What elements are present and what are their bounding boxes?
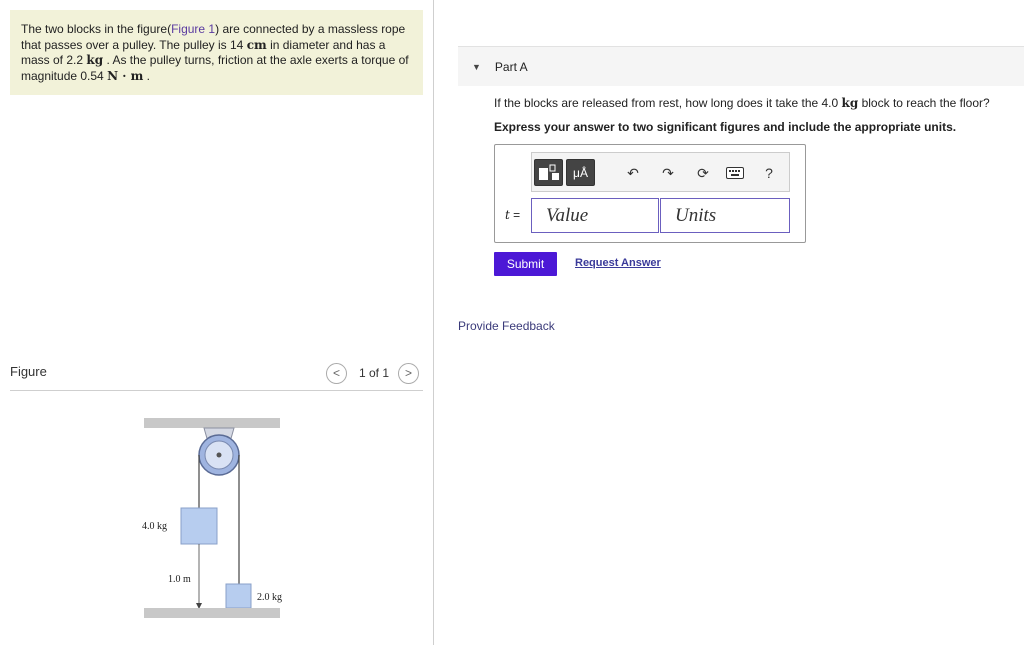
label-distance: 1.0 m [168, 574, 191, 585]
block-upper [180, 507, 218, 545]
part-a-title: Part A [494, 59, 528, 74]
problem-statement: The two blocks in the figure(Figure 1) a… [10, 10, 423, 95]
submit-button[interactable]: Submit [494, 252, 557, 276]
reset-icon[interactable]: ⟳ [693, 163, 713, 183]
figure-link[interactable]: Figure 1 [171, 22, 215, 36]
templates-icon[interactable] [534, 159, 563, 186]
floor [144, 608, 280, 618]
answer-instruction: Express your answer to two significant f… [494, 120, 957, 134]
variable-label: t = [505, 208, 521, 222]
pager-count: 1 of 1 [359, 366, 390, 380]
chevron-right-icon[interactable]: > [398, 362, 420, 384]
figure-pager: < 1 of 1 > [326, 362, 420, 384]
pulley-diagram: 4.0 kg 1.0 m 2.0 kg [142, 418, 282, 618]
undo-icon[interactable]: ↶ [623, 163, 643, 183]
block-lower [225, 583, 252, 609]
ceiling [144, 418, 280, 428]
keyboard-icon[interactable] [725, 163, 745, 183]
left-panel: The two blocks in the figure(Figure 1) a… [0, 0, 434, 645]
chevron-left-icon[interactable]: < [326, 362, 347, 384]
redo-icon[interactable]: ↷ [658, 163, 678, 183]
units-button[interactable]: μÅ [566, 159, 595, 186]
label-mass-lower: 2.0 kg [257, 592, 282, 603]
label-mass-upper: 4.0 kg [142, 521, 167, 532]
value-input[interactable]: Value [531, 198, 659, 233]
collapse-caret-icon[interactable]: ▼ [472, 62, 481, 72]
figure-heading: Figure [10, 364, 47, 379]
math-toolbar: μÅ ↶ ↷ ⟳ ? [531, 152, 790, 192]
panel-divider [433, 0, 434, 645]
provide-feedback-link[interactable]: Provide Feedback [458, 319, 555, 333]
request-answer-link[interactable]: Request Answer [575, 257, 661, 269]
question-text: If the blocks are released from rest, ho… [494, 96, 990, 110]
figure-divider [10, 390, 423, 391]
part-a-header[interactable]: ▼ Part A [458, 46, 1024, 86]
units-input[interactable]: Units [660, 198, 790, 233]
help-icon[interactable]: ? [759, 163, 779, 183]
